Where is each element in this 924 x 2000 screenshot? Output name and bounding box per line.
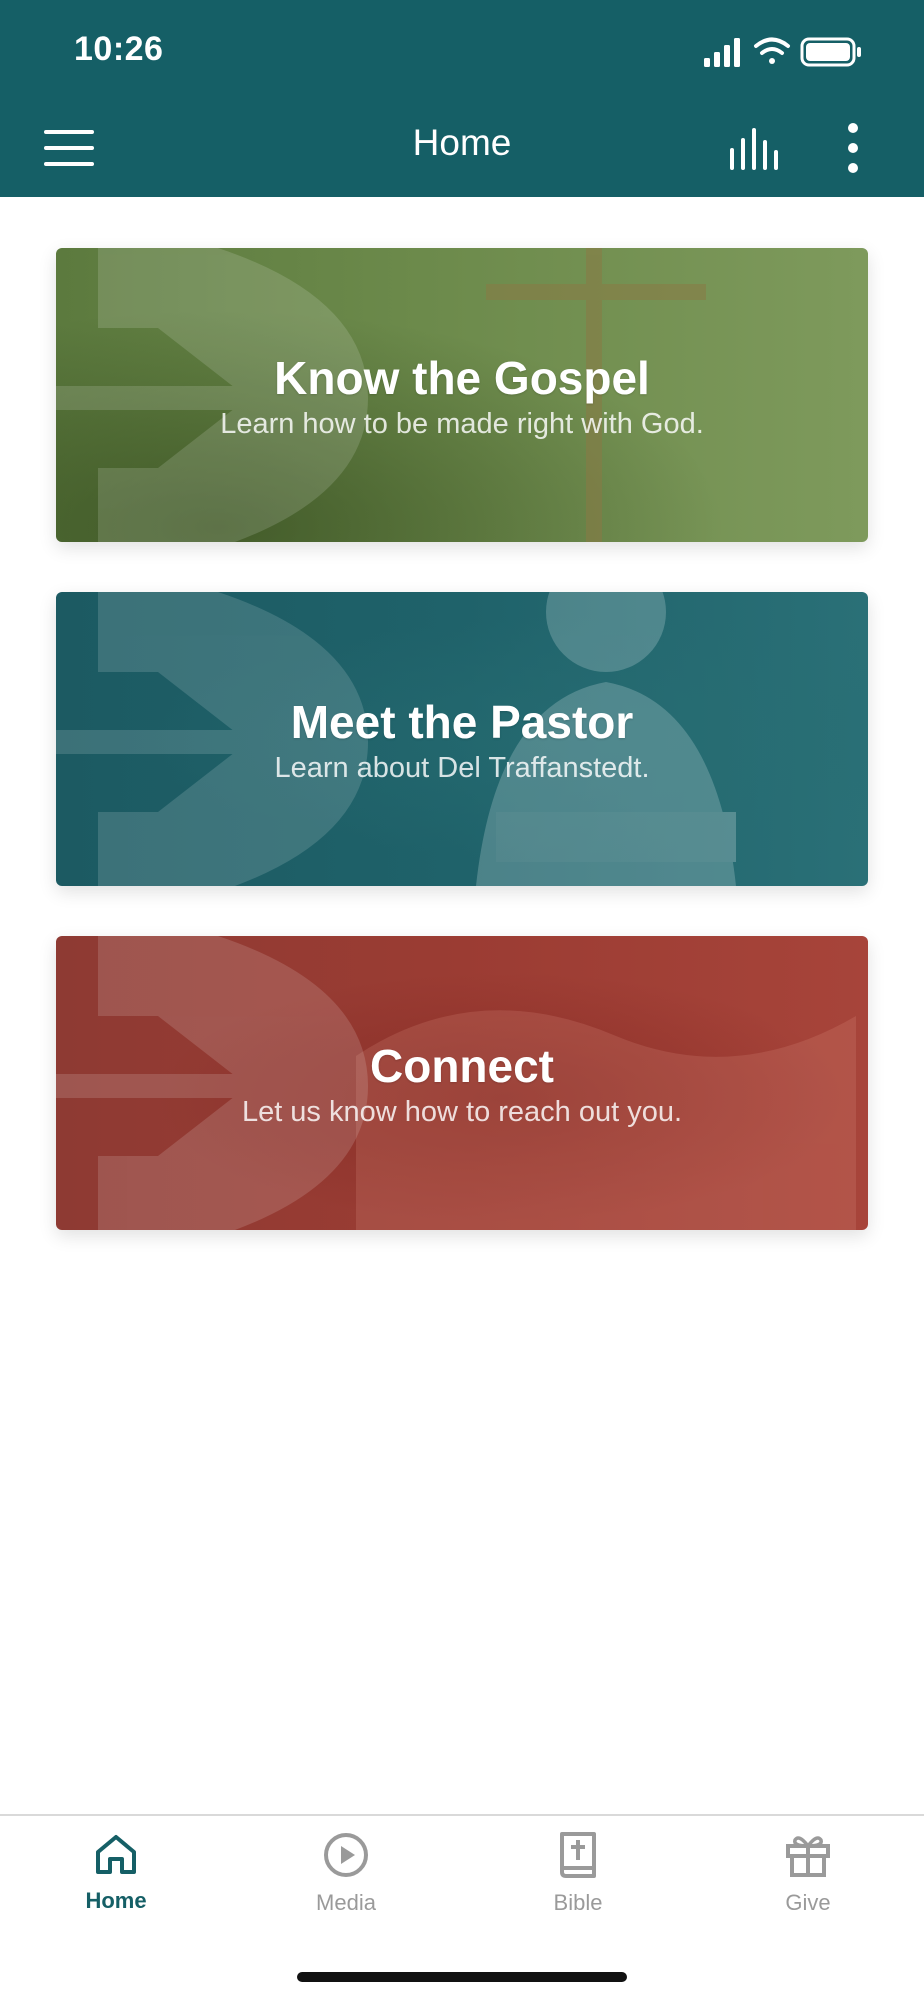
tab-home[interactable]: Home <box>36 1832 196 1942</box>
bible-icon <box>560 1832 596 1878</box>
card-title: Meet the Pastor <box>290 696 634 748</box>
tab-label: Give <box>785 1890 831 1915</box>
battery-icon <box>800 37 861 67</box>
vertical-ellipsis-icon[interactable] <box>838 120 868 178</box>
page-title: Home <box>412 122 512 163</box>
tab-label: Home <box>85 1888 147 1913</box>
card-title: Connect <box>370 1040 554 1092</box>
equalizer-icon[interactable] <box>728 128 782 170</box>
tab-label: Bible <box>553 1890 603 1915</box>
card-subtitle: Learn how to be made right with God. <box>220 408 704 440</box>
card-connect[interactable]: Connect Let us know how to reach out you… <box>56 936 868 1230</box>
tab-bible[interactable]: Bible <box>498 1832 658 1942</box>
signal-icon <box>704 38 740 67</box>
play-circle-icon <box>324 1833 368 1877</box>
wifi-icon <box>754 37 790 64</box>
card-title: Know the Gospel <box>274 352 650 404</box>
card-subtitle: Let us know how to reach out you. <box>241 1096 683 1128</box>
card-subtitle: Learn about Del Traffanstedt. <box>274 752 650 784</box>
tab-media[interactable]: Media <box>266 1832 426 1942</box>
tab-give[interactable]: Give <box>728 1832 888 1942</box>
gift-icon <box>786 1836 830 1877</box>
home-indicator[interactable] <box>297 1972 627 1982</box>
card-meet-the-pastor[interactable]: Meet the Pastor Learn about Del Traffans… <box>56 592 868 886</box>
home-icon <box>96 1835 136 1874</box>
tab-label: Media <box>316 1890 376 1915</box>
app-header: 10:26 Home <box>0 0 924 197</box>
status-icons <box>704 37 861 67</box>
card-know-the-gospel[interactable]: Know the Gospel Learn how to be made rig… <box>56 248 868 542</box>
status-time: 10:26 <box>74 30 164 68</box>
